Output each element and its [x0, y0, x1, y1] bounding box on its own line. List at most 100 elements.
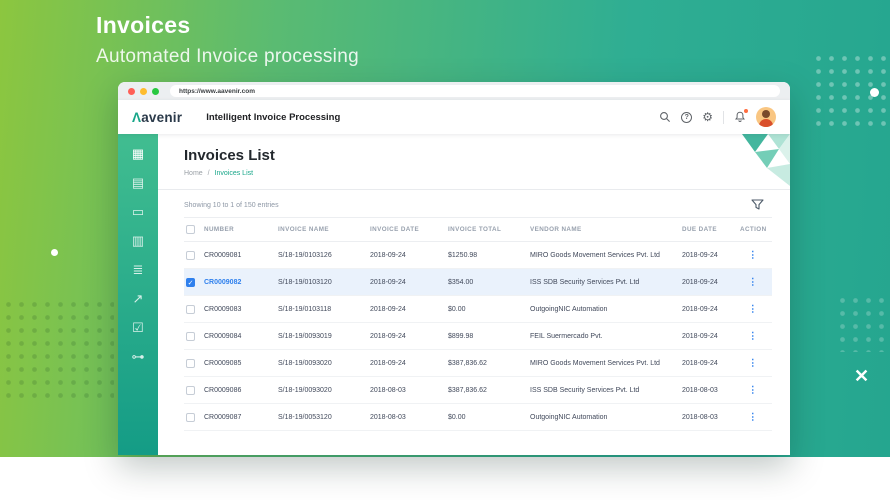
row-actions-button[interactable]: ⋮ [740, 358, 758, 369]
row-checkbox[interactable] [186, 331, 195, 341]
sidebar: ▦ ▤ ▭ ▥ ≣ ↗ ☑ ⊶ [118, 134, 158, 455]
invoice-name-cell: S/18-19/0103120 [276, 268, 368, 296]
breadcrumb-home[interactable]: Home [184, 170, 203, 177]
invoice-row[interactable]: CR0009081 S/18-19/0103126 2018-09-24 $1250.… [184, 241, 772, 269]
settings-icon[interactable]: ⚙ [702, 111, 713, 123]
invoice-row[interactable]: CR0009084 S/18-19/0093019 2018-09-24 $899.9… [184, 322, 772, 350]
window-maximize-button[interactable] [152, 87, 159, 95]
invoice-row[interactable]: CR0009086 S/18-19/0093020 2018-08-03 $387,8… [184, 376, 772, 404]
invoice-total-cell: $1250.98 [446, 241, 528, 269]
row-actions-button[interactable]: ⋮ [740, 304, 758, 315]
vendor-name-cell: OutgoingNIC Automation [528, 403, 680, 431]
notifications-icon[interactable] [734, 108, 749, 123]
filter-icon[interactable] [751, 199, 764, 211]
invoice-date-cell: 2018-09-24 [368, 322, 446, 350]
logo-text: avenir [141, 109, 183, 125]
table-header-row: NUMBER INVOICE NAME INVOICE DATE INVOICE TO… [184, 217, 772, 242]
breadcrumb-separator: / [207, 170, 210, 177]
content-header: Invoices List Home / Invoices List [158, 134, 790, 177]
approvals-icon[interactable]: ☑ [132, 321, 144, 334]
decor-circle [870, 88, 879, 97]
table-wrap: NUMBER INVOICE NAME INVOICE DATE INVOICE TO… [158, 217, 790, 431]
invoice-name-cell: S/18-19/0093019 [276, 322, 368, 350]
invoice-name-cell: S/18-19/0053120 [276, 403, 368, 431]
vendor-name-cell: ISS SDB Security Services Pvt. Ltd [528, 376, 680, 404]
url-text: https://www.aavenir.com [179, 87, 255, 95]
user-avatar[interactable] [756, 107, 776, 127]
dot-pattern-left [2, 298, 114, 398]
number-cell: CR0009084 [202, 322, 276, 350]
invoice-total-cell: $0.00 [446, 295, 528, 323]
invoices-icon[interactable]: ▥ [132, 234, 144, 247]
hero: Invoices Automated Invoice processing [96, 12, 359, 68]
row-actions-button[interactable]: ⋮ [740, 385, 758, 396]
invoice-total-cell: $0.00 [446, 403, 528, 431]
address-bar[interactable]: https://www.aavenir.com [170, 85, 780, 97]
navbar-actions: ? ⚙ [659, 107, 776, 127]
decor-circle [51, 249, 58, 256]
app-navbar: Λavenir Intelligent Invoice Processing ?… [118, 100, 790, 134]
number-cell: CR0009086 [202, 376, 276, 404]
app-body: ▦ ▤ ▭ ▥ ≣ ↗ ☑ ⊶ Invoices List Home / Invoices L… [118, 134, 790, 455]
invoice-name-cell: S/18-19/0093020 [276, 376, 368, 404]
row-checkbox[interactable] [186, 304, 195, 314]
number-cell: CR0009083 [202, 295, 276, 323]
row-checkbox[interactable] [186, 385, 195, 395]
vendor-name-cell: ISS SDB Security Services Pvt. Ltd [528, 268, 680, 296]
invoice-date-cell: 2018-09-24 [368, 241, 446, 269]
window-minimize-button[interactable] [140, 87, 147, 95]
page: ✕ Invoices Automated Invoice processing … [0, 0, 890, 500]
vendor-name-cell: MIRO Goods Movement Services Pvt. Ltd [528, 349, 680, 377]
invoice-total-cell: $354.00 [446, 268, 528, 296]
access-keys-icon[interactable]: ⊶ [132, 350, 145, 363]
due-date-cell: 2018-09-24 [680, 349, 738, 377]
invoice-total-cell: $899.98 [446, 322, 528, 350]
column-header[interactable]: VENDOR NAME [528, 217, 680, 242]
column-header[interactable]: NUMBER [202, 217, 276, 242]
due-date-cell: 2018-09-24 [680, 322, 738, 350]
row-checkbox[interactable] [186, 412, 195, 422]
dashboard-icon[interactable]: ▦ [132, 147, 144, 160]
column-header[interactable]: DUE DATE [680, 217, 738, 242]
column-header[interactable]: INVOICE DATE [368, 217, 446, 242]
row-actions-button[interactable]: ⋮ [740, 250, 758, 261]
invoice-row[interactable]: CR0009083 S/18-19/0103118 2018-09-24 $0.00 O… [184, 295, 772, 323]
column-header[interactable]: INVOICE TOTAL [446, 217, 528, 242]
due-date-cell: 2018-08-03 [680, 403, 738, 431]
column-header[interactable]: INVOICE NAME [276, 217, 368, 242]
aavenir-logo[interactable]: Λavenir [132, 110, 182, 125]
column-header[interactable]: ACTION [738, 217, 772, 242]
breadcrumb-current: Invoices List [214, 170, 254, 177]
row-actions-button[interactable]: ⋮ [740, 331, 758, 342]
browser-window: https://www.aavenir.com Λavenir Intellig… [118, 82, 790, 455]
row-actions-button[interactable]: ⋮ [740, 412, 758, 423]
tasks-icon[interactable]: ≣ [133, 263, 144, 276]
vendors-icon[interactable]: ▤ [132, 176, 144, 189]
due-date-cell: 2018-09-24 [680, 268, 738, 296]
search-icon[interactable] [659, 111, 671, 123]
app-title: Intelligent Invoice Processing [206, 111, 341, 123]
select-all-checkbox[interactable] [186, 225, 195, 234]
window-close-button[interactable] [128, 87, 135, 95]
invoice-date-cell: 2018-09-24 [368, 295, 446, 323]
analytics-icon[interactable]: ↗ [133, 292, 144, 305]
invoice-row[interactable]: CR0009085 S/18-19/0093020 2018-09-24 $387,8… [184, 349, 772, 377]
vendor-name-cell: OutgoingNIC Automation [528, 295, 680, 323]
row-checkbox[interactable] [186, 358, 195, 368]
notification-badge [743, 108, 749, 114]
number-cell: CR0009081 [202, 241, 276, 269]
invoices-table: NUMBER INVOICE NAME INVOICE DATE INVOICE TO… [184, 217, 772, 431]
row-actions-button[interactable]: ⋮ [740, 277, 758, 288]
breadcrumb: Home / Invoices List [184, 170, 764, 177]
invoice-date-cell: 2018-09-24 [368, 349, 446, 377]
decor-x-mark: ✕ [854, 366, 870, 386]
invoice-row[interactable]: ✓ CR0009082 S/18-19/0103120 2018-09-24 $354.… [184, 268, 772, 296]
browser-titlebar: https://www.aavenir.com [118, 82, 790, 100]
table-body: CR0009081 S/18-19/0103126 2018-09-24 $1250.… [184, 241, 772, 431]
row-checkbox[interactable]: ✓ [186, 277, 195, 287]
documents-icon[interactable]: ▭ [132, 205, 144, 218]
row-checkbox[interactable] [186, 250, 195, 260]
invoice-row[interactable]: CR0009087 S/18-19/0053120 2018-08-03 $0.00 O… [184, 403, 772, 431]
help-icon[interactable]: ? [681, 111, 693, 123]
invoice-date-cell: 2018-08-03 [368, 376, 446, 404]
